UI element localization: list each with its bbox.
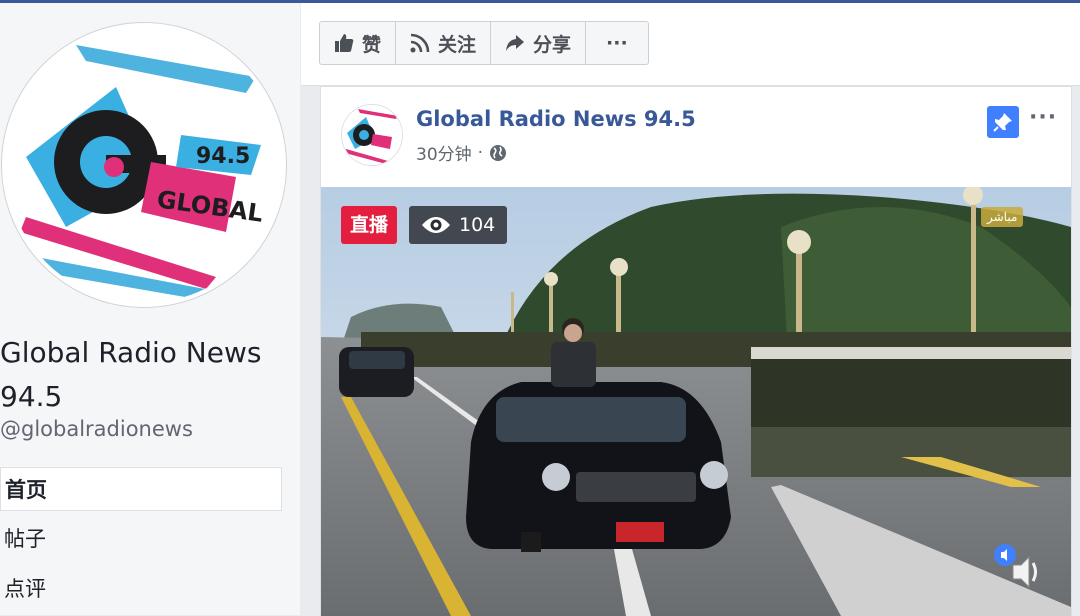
nav-item-reviews[interactable]: 点评 bbox=[0, 567, 282, 611]
page-profile-picture[interactable]: 94.5 GLOBAL bbox=[2, 23, 286, 307]
nav-item-home[interactable]: 首页 bbox=[0, 467, 282, 511]
channel-live-bug: مباشر bbox=[981, 207, 1024, 227]
like-button[interactable]: 赞 bbox=[320, 22, 397, 64]
page-sidebar: 94.5 GLOBAL Global Radio News 94.5 @glob… bbox=[0, 3, 300, 615]
rss-icon bbox=[410, 33, 430, 53]
viewer-count: 104 bbox=[459, 214, 496, 236]
follow-label: 关注 bbox=[438, 33, 477, 56]
follow-button[interactable]: 关注 bbox=[396, 22, 492, 64]
eye-icon bbox=[421, 215, 451, 235]
global-radio-logo-small bbox=[342, 105, 402, 165]
viewer-count-badge: 104 bbox=[409, 206, 508, 244]
post-card: Global Radio News 94.5 30分钟 · ··· 直播 104… bbox=[320, 86, 1072, 616]
live-video-player[interactable]: 直播 104 مباشر bbox=[321, 187, 1071, 616]
post-options-button[interactable]: ··· bbox=[1029, 105, 1057, 130]
more-dots-icon: ··· bbox=[606, 32, 628, 54]
thumbs-up-icon bbox=[334, 33, 354, 53]
pin-button[interactable] bbox=[987, 106, 1019, 138]
share-arrow-icon bbox=[505, 33, 525, 53]
post-author-name[interactable]: Global Radio News 94.5 bbox=[416, 107, 696, 131]
speaker-icon bbox=[994, 544, 1037, 589]
action-button-group: 赞 关注 分享 ··· bbox=[319, 21, 649, 65]
post-author-avatar[interactable] bbox=[341, 104, 403, 166]
page-handle[interactable]: @globalradionews bbox=[0, 417, 193, 441]
post-timestamp[interactable]: 30分钟 bbox=[416, 140, 472, 165]
live-badge: 直播 bbox=[341, 206, 398, 244]
globe-icon[interactable] bbox=[489, 144, 507, 162]
global-radio-logo: 94.5 GLOBAL bbox=[6, 27, 282, 303]
pin-icon bbox=[993, 113, 1012, 132]
page-action-bar: 赞 关注 分享 ··· bbox=[301, 3, 1080, 86]
share-button[interactable]: 分享 bbox=[491, 22, 587, 64]
meta-separator: · bbox=[477, 142, 484, 163]
volume-button[interactable] bbox=[993, 543, 1043, 591]
post-meta: 30分钟 · bbox=[416, 140, 507, 165]
video-frame bbox=[321, 187, 1071, 616]
svg-text:94.5: 94.5 bbox=[196, 144, 250, 169]
share-label: 分享 bbox=[533, 33, 572, 56]
more-actions-button[interactable]: ··· bbox=[586, 22, 648, 64]
page-name[interactable]: Global Radio News 94.5 bbox=[0, 331, 300, 419]
nav-item-posts[interactable]: 帖子 bbox=[0, 517, 282, 561]
like-label: 赞 bbox=[362, 33, 382, 56]
